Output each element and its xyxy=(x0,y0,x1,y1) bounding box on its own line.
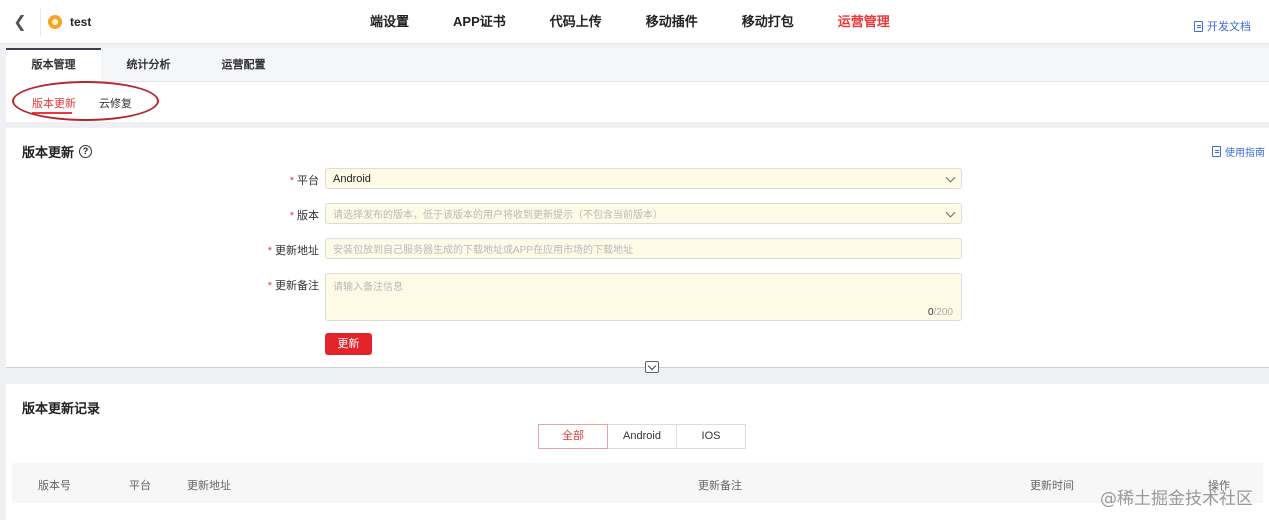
nav-operations[interactable]: 运营管理 xyxy=(838,0,890,44)
tab-version-management[interactable]: 版本管理 xyxy=(6,48,101,82)
developer-docs-label: 开发文档 xyxy=(1207,21,1251,33)
update-url-input[interactable]: 安装包放到自己服务器生成的下载地址或APP在应用市场的下载地址 xyxy=(325,238,962,259)
divider xyxy=(6,367,1269,368)
usage-guide-label: 使用指南 xyxy=(1225,148,1265,159)
app-name: test xyxy=(70,15,92,29)
column-header: 平台 xyxy=(129,480,151,492)
collapse-toggle-icon[interactable] xyxy=(645,361,659,373)
update-url-label: * 更新地址 xyxy=(267,245,319,257)
usage-guide-link[interactable]: 使用指南 xyxy=(1212,144,1265,159)
document-icon xyxy=(1194,20,1203,32)
char-counter: 0/200 xyxy=(927,307,953,318)
nav-mobile-packaging[interactable]: 移动打包 xyxy=(742,0,794,44)
nav-app-certificate[interactable]: APP证书 xyxy=(453,0,506,44)
column-header: 更新时间 xyxy=(1030,480,1074,492)
chevron-down-icon xyxy=(945,172,956,183)
tab-statistics[interactable]: 统计分析 xyxy=(101,48,196,82)
update-records-panel: 版本更新记录 全部 Android IOS 版本号 平台 更新地址 更新备注 更… xyxy=(6,384,1269,520)
version-select[interactable]: 请选择发布的版本，低于该版本的用户将收到更新提示（不包含当前版本） xyxy=(325,203,962,224)
sub-tabs: 版本管理 统计分析 运营配置 xyxy=(6,48,1269,82)
update-button[interactable]: 更新 xyxy=(325,333,372,355)
panel-title: 版本更新 ? xyxy=(22,142,93,161)
update-note-placeholder: 请输入备注信息 xyxy=(333,282,403,293)
records-title: 版本更新记录 xyxy=(22,401,101,416)
platform-select[interactable]: Android xyxy=(325,168,962,189)
main-nav: 端设置 APP证书 代码上传 移动插件 移动打包 运营管理 xyxy=(370,0,934,44)
watermark: @稀土掘金技术社区 xyxy=(1100,489,1253,509)
records-table-header: 版本号 平台 更新地址 更新备注 更新时间 操作 xyxy=(12,463,1263,503)
column-header: 更新地址 xyxy=(187,480,231,492)
document-icon xyxy=(1212,146,1221,157)
platform-label: * 平台 xyxy=(289,175,319,187)
update-note-textarea[interactable]: 请输入备注信息 0/200 xyxy=(325,273,962,321)
active-tab-indicator xyxy=(32,112,72,114)
developer-docs-link[interactable]: 开发文档 xyxy=(1194,18,1251,34)
platform-value: Android xyxy=(333,172,371,185)
platform-filter: 全部 Android IOS xyxy=(538,424,746,449)
version-placeholder: 请选择发布的版本，低于该版本的用户将收到更新提示（不包含当前版本） xyxy=(333,210,663,221)
panel-title-text: 版本更新 xyxy=(22,145,75,160)
back-arrow-icon[interactable]: ❮ xyxy=(0,0,40,44)
update-url-placeholder: 安装包放到自己服务器生成的下载地址或APP在应用市场的下载地址 xyxy=(333,245,634,256)
nav-code-upload[interactable]: 代码上传 xyxy=(550,0,602,44)
column-header: 版本号 xyxy=(38,480,71,492)
top-bar: ❮ test 端设置 APP证书 代码上传 移动插件 移动打包 运营管理 开发文… xyxy=(0,0,1269,44)
app-logo-icon xyxy=(48,15,62,29)
filter-ios[interactable]: IOS xyxy=(676,424,746,449)
tab-version-update[interactable]: 版本更新 xyxy=(32,95,76,111)
tab-cloud-fix[interactable]: 云修复 xyxy=(99,95,132,111)
version-update-panel: 版本更新 ? 使用指南 * 平台 Android * 版本 请选择发布的版本，低于该… xyxy=(6,128,1269,368)
update-note-label: * 更新备注 xyxy=(267,280,319,292)
nav-mobile-plugins[interactable]: 移动插件 xyxy=(646,0,698,44)
divider xyxy=(40,8,41,36)
chevron-down-icon xyxy=(945,207,956,218)
third-tabs: 版本更新 云修复 xyxy=(6,82,1269,122)
filter-android[interactable]: Android xyxy=(607,424,677,449)
version-label: * 版本 xyxy=(289,210,319,222)
tab-operation-config[interactable]: 运营配置 xyxy=(196,48,291,82)
filter-all[interactable]: 全部 xyxy=(538,424,608,449)
help-icon[interactable]: ? xyxy=(79,145,93,158)
column-header: 更新备注 xyxy=(698,480,742,492)
nav-device-settings[interactable]: 端设置 xyxy=(370,0,409,44)
